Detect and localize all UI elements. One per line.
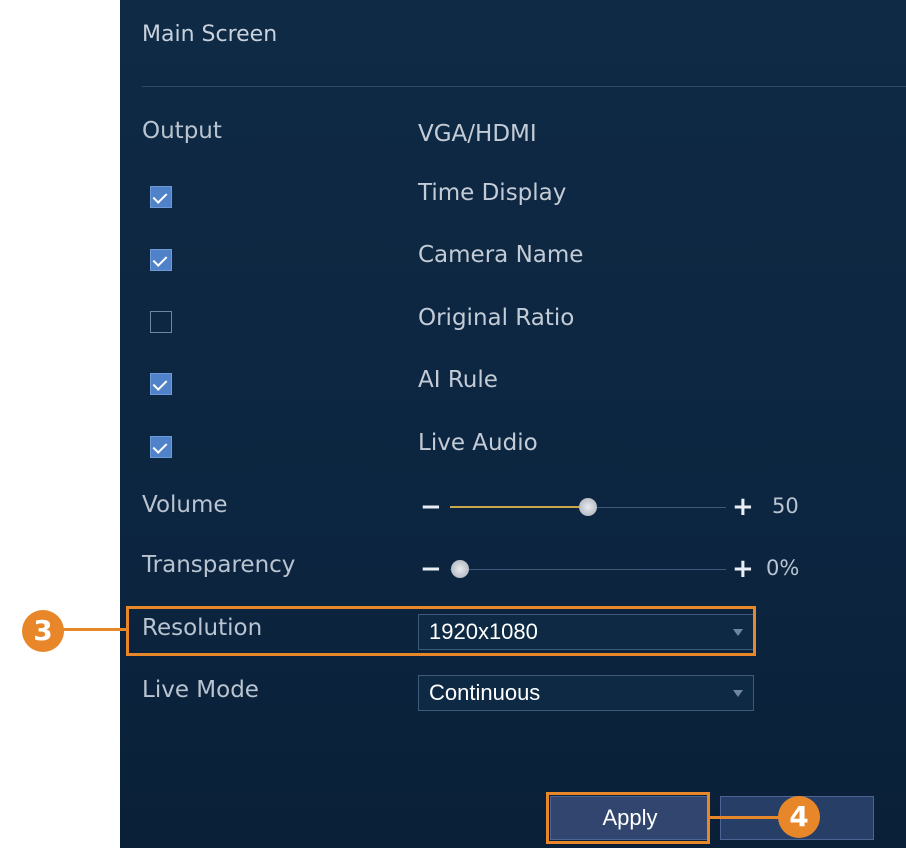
- live-audio-checkbox[interactable]: [150, 436, 172, 458]
- ai-rule-checkbox[interactable]: [150, 373, 172, 395]
- settings-panel: Main Screen Output VGA/HDMI Time Display…: [120, 0, 906, 848]
- live-mode-select[interactable]: Continuous: [418, 675, 754, 711]
- transparency-label: Transparency: [142, 552, 296, 578]
- transparency-value: 0%: [766, 556, 800, 580]
- output-value: VGA/HDMI: [418, 121, 537, 147]
- section-divider: [142, 86, 906, 87]
- volume-label: Volume: [142, 492, 228, 518]
- live-mode-selected-value: Continuous: [429, 680, 541, 705]
- callout-step-4: 4: [778, 796, 820, 838]
- dropdown-arrow-icon: [733, 690, 743, 697]
- apply-highlight-box: [546, 792, 710, 844]
- transparency-slider-track[interactable]: [450, 569, 726, 570]
- original-ratio-label: Original Ratio: [418, 305, 575, 331]
- callout-step-3: 3: [22, 610, 64, 652]
- live-audio-label: Live Audio: [418, 430, 538, 456]
- volume-slider-fill: [450, 506, 588, 508]
- transparency-decrease-button[interactable]: −: [420, 556, 442, 582]
- transparency-slider-knob[interactable]: [451, 560, 469, 578]
- callout-3-leader: [60, 628, 128, 631]
- volume-increase-button[interactable]: +: [732, 494, 754, 520]
- volume-slider-knob[interactable]: [579, 498, 597, 516]
- section-title: Main Screen: [142, 22, 278, 47]
- time-display-label: Time Display: [418, 180, 567, 206]
- volume-decrease-button[interactable]: −: [420, 494, 442, 520]
- camera-name-checkbox[interactable]: [150, 249, 172, 271]
- output-label: Output: [142, 118, 222, 144]
- resolution-highlight-box: [126, 606, 756, 656]
- time-display-checkbox[interactable]: [150, 186, 172, 208]
- ai-rule-label: AI Rule: [418, 367, 498, 393]
- volume-value: 50: [772, 494, 799, 518]
- camera-name-label: Camera Name: [418, 242, 584, 268]
- live-mode-label: Live Mode: [142, 677, 259, 703]
- original-ratio-checkbox[interactable]: [150, 311, 172, 333]
- callout-4-leader: [708, 816, 782, 819]
- transparency-increase-button[interactable]: +: [732, 556, 754, 582]
